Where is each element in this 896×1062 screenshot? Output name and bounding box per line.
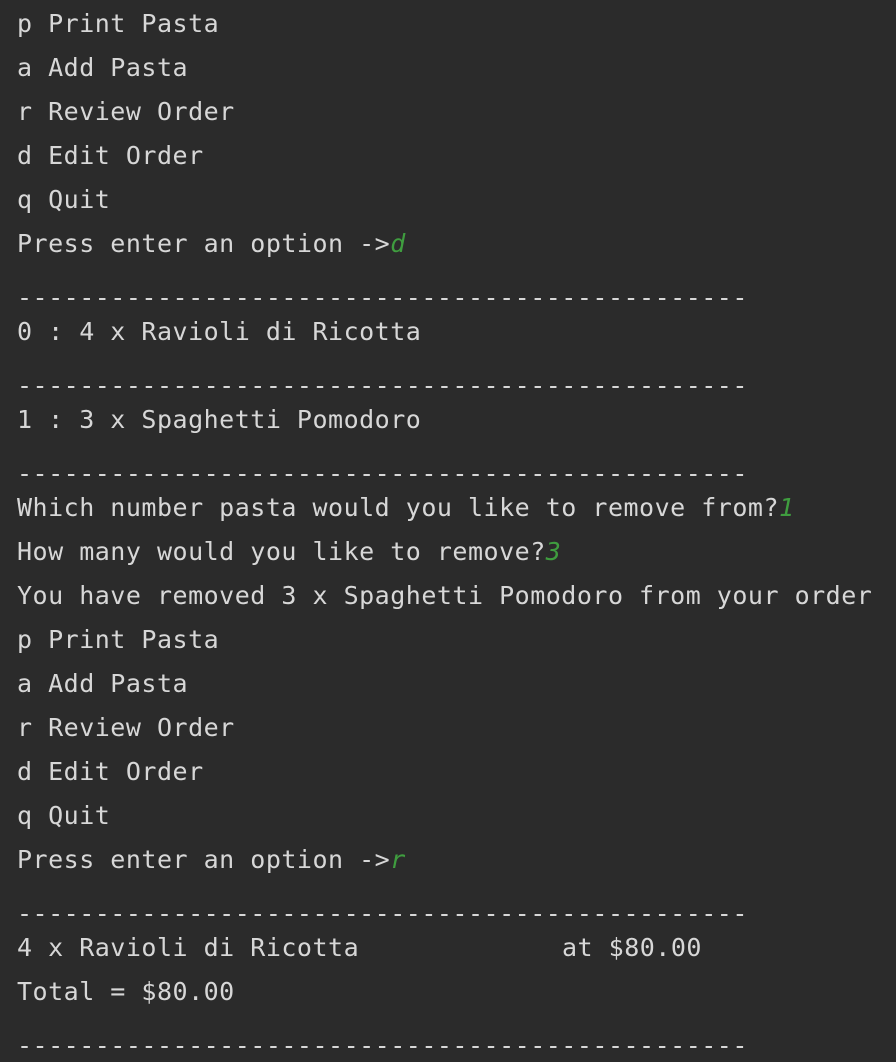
console-window: { "console": { "colors": { "background":… bbox=[0, 0, 896, 1062]
remove-how-many-prompt: How many would you like to remove? bbox=[17, 537, 546, 566]
remove-result-message: You have removed 3 x Spaghetti Pomodoro … bbox=[17, 581, 873, 610]
option-prompt-line: Press enter an option ->d bbox=[17, 229, 406, 259]
separator: ----------------------------------------… bbox=[17, 899, 748, 928]
separator: ----------------------------------------… bbox=[17, 459, 748, 488]
option-prompt: Press enter an option -> bbox=[17, 229, 391, 258]
review-item-name: 4 x Ravioli di Ricotta bbox=[17, 933, 360, 962]
separator: ----------------------------------------… bbox=[17, 1031, 748, 1060]
menu-option-edit-order: d Edit Order bbox=[17, 757, 204, 786]
option-prompt-line: Press enter an option ->r bbox=[17, 845, 406, 875]
console-output: p Print Pasta a Add Pasta r Review Order… bbox=[17, 0, 896, 1062]
menu-option-quit: q Quit bbox=[17, 801, 111, 830]
review-item-line: 4 x Ravioli di Ricotta at $80.00 bbox=[17, 933, 701, 963]
review-item-price: at $80.00 bbox=[562, 933, 702, 962]
user-input-which: 1 bbox=[779, 493, 795, 522]
user-input-option: r bbox=[390, 845, 406, 874]
menu-option-print-pasta: p Print Pasta bbox=[17, 9, 220, 38]
remove-which-line: Which number pasta would you like to rem… bbox=[17, 493, 795, 523]
menu-option-print-pasta: p Print Pasta bbox=[17, 625, 220, 654]
order-item-1: 1 : 3 x Spaghetti Pomodoro bbox=[17, 405, 422, 434]
option-prompt: Press enter an option -> bbox=[17, 845, 391, 874]
user-input-how-many: 3 bbox=[545, 537, 562, 566]
menu-option-add-pasta: a Add Pasta bbox=[17, 669, 189, 698]
separator: ----------------------------------------… bbox=[17, 371, 748, 400]
menu-option-quit: q Quit bbox=[17, 185, 111, 214]
remove-how-many-line: How many would you like to remove?3 bbox=[17, 537, 561, 567]
user-input-option: d bbox=[390, 229, 406, 258]
remove-which-prompt: Which number pasta would you like to rem… bbox=[17, 493, 780, 522]
menu-option-edit-order: d Edit Order bbox=[17, 141, 204, 170]
review-total: Total = $80.00 bbox=[17, 977, 235, 1006]
menu-option-add-pasta: a Add Pasta bbox=[17, 53, 189, 82]
menu-option-review-order: r Review Order bbox=[17, 713, 235, 742]
separator: ----------------------------------------… bbox=[17, 283, 748, 312]
order-item-0: 0 : 4 x Ravioli di Ricotta bbox=[17, 317, 422, 346]
menu-option-review-order: r Review Order bbox=[17, 97, 235, 126]
